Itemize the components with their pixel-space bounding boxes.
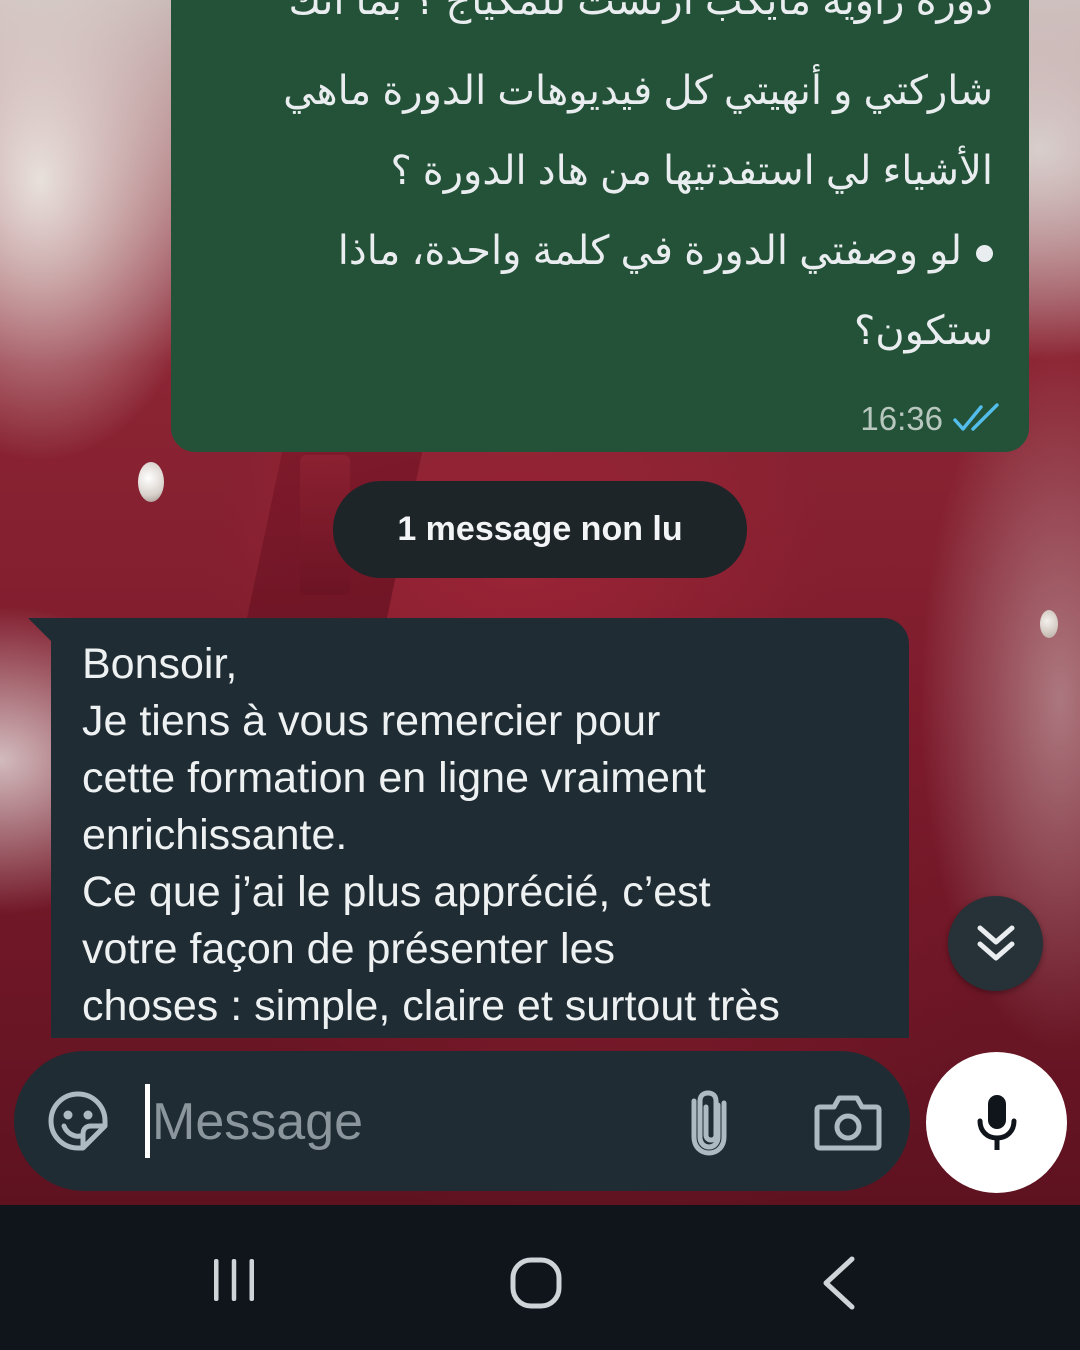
message-line: شاركتي و أنهيتي كل فيديوهات الدورة ماهي: [283, 69, 993, 113]
message-compose-bar: [14, 1051, 910, 1191]
message-line: دورة راوية مايكب أرتست للمكياج ؟ بما أنك: [288, 0, 993, 23]
message-line: الأشياء لي استفدتيها من هاد الدورة ؟: [390, 149, 993, 193]
message-text: Bonsoir, Je tiens à vous remercier pour …: [82, 640, 780, 1030]
outgoing-message-bubble[interactable]: دورة راوية مايكب أرتست للمكياج ؟ بما أنك…: [171, 0, 1029, 452]
home-icon[interactable]: [509, 1256, 563, 1310]
system-navigation-bar: [0, 1205, 1080, 1350]
camera-icon[interactable]: [814, 1093, 882, 1151]
sticker-emoji-icon[interactable]: [47, 1090, 109, 1152]
double-chevron-down-icon: [977, 925, 1014, 960]
message-line-bulleted: لو وصفتي الدورة في كلمة واحدة، ماذا: [338, 228, 993, 274]
unread-messages-divider: 1 message non lu: [333, 481, 747, 578]
wallpaper-pin: [1040, 610, 1058, 638]
incoming-message-bubble[interactable]: Bonsoir, Je tiens à vous remercier pour …: [51, 618, 909, 1038]
recent-apps-icon[interactable]: [210, 1257, 258, 1303]
microphone-icon: [977, 1094, 1016, 1150]
scroll-to-bottom-button[interactable]: [948, 896, 1043, 991]
wallpaper-pin: [138, 462, 164, 502]
bullet-icon: [976, 244, 993, 262]
bubble-tail: [28, 618, 52, 642]
message-timestamp: 16:36: [860, 400, 943, 437]
voice-record-button[interactable]: [926, 1052, 1067, 1193]
message-line: لو وصفتي الدورة في كلمة واحدة، ماذا: [337, 229, 962, 273]
back-icon[interactable]: [818, 1255, 858, 1311]
double-check-read-icon: [953, 403, 999, 431]
attach-paperclip-icon[interactable]: [684, 1087, 734, 1157]
message-line: ستكون؟: [854, 309, 993, 353]
message-input[interactable]: [148, 1077, 652, 1167]
